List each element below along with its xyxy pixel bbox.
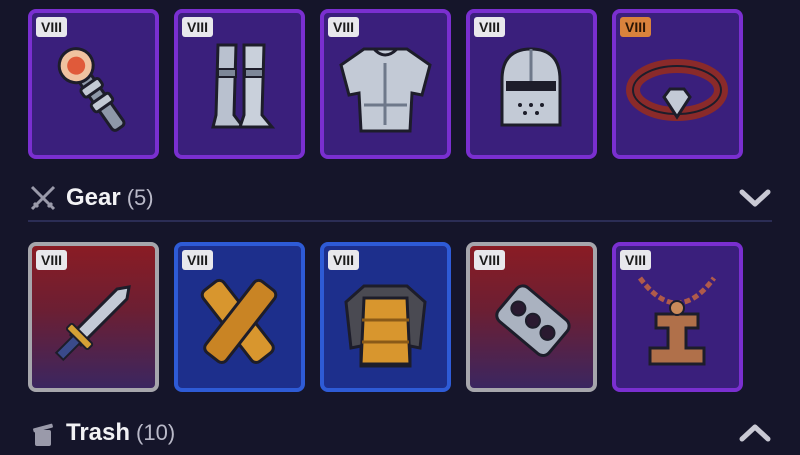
helmet-icon: [500, 47, 562, 127]
item-slot-greaves[interactable]: VIII: [174, 9, 305, 159]
item-slot-knuckles[interactable]: VIII: [466, 242, 597, 392]
item-slot-belt[interactable]: VIII: [612, 9, 743, 159]
bracers-icon: [200, 278, 278, 364]
trash-can-icon: [33, 423, 53, 446]
amulet-icon: [637, 276, 717, 366]
tier-badge: VIII: [182, 250, 214, 270]
chevron-up-icon[interactable]: [738, 422, 772, 444]
chevron-down-icon[interactable]: [738, 187, 772, 209]
section-title: Gear: [66, 184, 121, 211]
tier-badge: VIII: [620, 17, 652, 37]
item-slot-chest-armor[interactable]: VIII: [320, 9, 451, 159]
trash-section-header[interactable]: Trash (10): [28, 411, 772, 455]
item-slot-dagger[interactable]: VIII: [28, 242, 159, 392]
dagger-icon: [54, 285, 131, 362]
leather-armor-icon: [344, 284, 427, 368]
item-slot-bracers[interactable]: VIII: [174, 242, 305, 392]
belt-icon: [626, 59, 728, 121]
tier-badge: VIII: [620, 250, 652, 270]
item-slot-helmet[interactable]: VIII: [466, 9, 597, 159]
crossed-swords-icon: [30, 185, 56, 211]
tier-badge: VIII: [36, 17, 68, 37]
equipped-items-row: VIII VIII VIII VIII VIII: [28, 9, 743, 159]
gear-section-header[interactable]: Gear (5): [28, 176, 772, 222]
tier-badge: VIII: [474, 17, 506, 37]
item-slot-mace[interactable]: VIII: [28, 9, 159, 159]
tier-badge: VIII: [328, 17, 360, 37]
greaves-icon: [211, 43, 276, 129]
tier-badge: VIII: [36, 250, 68, 270]
section-title: Trash: [66, 419, 131, 446]
tier-badge: VIII: [182, 17, 214, 37]
tier-badge: VIII: [328, 250, 360, 270]
section-count: (5): [126, 185, 154, 210]
knuckles-icon: [495, 284, 571, 357]
section-count: (10): [136, 420, 176, 445]
tier-badge: VIII: [474, 250, 506, 270]
item-slot-leather-armor[interactable]: VIII: [320, 242, 451, 392]
mace-icon: [57, 47, 126, 132]
chest-armor-icon: [339, 47, 432, 133]
item-slot-amulet[interactable]: VIII: [612, 242, 743, 392]
inventory-items-row: VIII VIII VIII VIII VIII: [28, 242, 743, 392]
